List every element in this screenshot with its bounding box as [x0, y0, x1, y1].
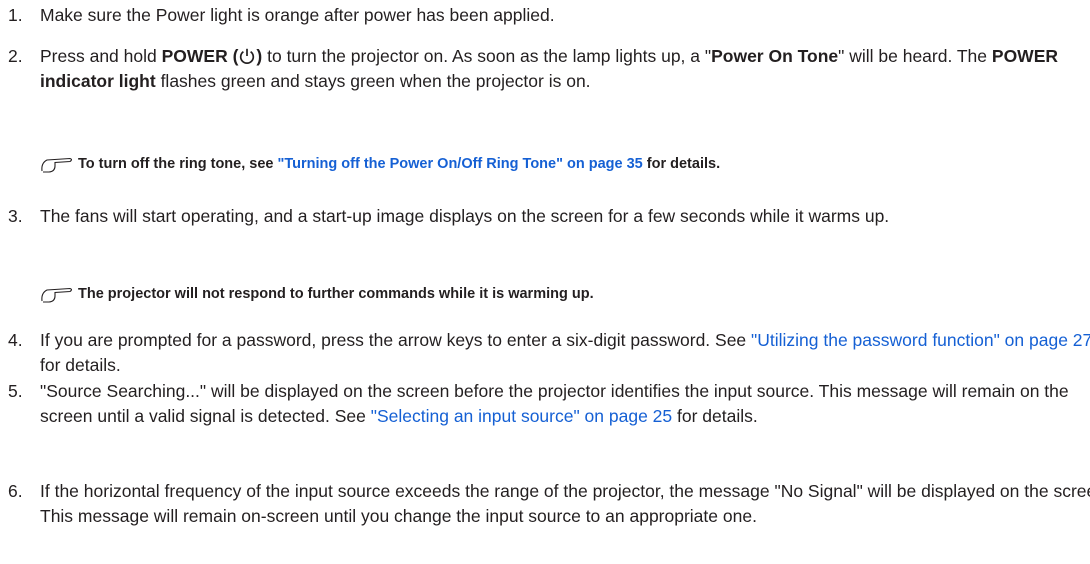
step-number: 6. — [8, 481, 23, 501]
power-key-label: POWER () — [161, 46, 263, 66]
pointing-hand-icon — [41, 157, 73, 173]
step-number: 2. — [8, 46, 23, 66]
step-2: 2. Press and hold POWER () to turn the p… — [8, 44, 1090, 93]
power-on-tone-label: Power On Tone — [711, 46, 839, 66]
power-icon — [240, 48, 255, 64]
step-text: "Source Searching..." will be displayed … — [40, 381, 1069, 426]
step-text: Press and hold POWER () to turn the proj… — [40, 46, 1059, 91]
note-warming-up: The projector will not respond to furthe… — [40, 284, 1090, 304]
ring-tone-link[interactable]: "Turning off the Power On/Off Ring Tone"… — [278, 156, 643, 172]
step-text: Make sure the Power light is orange afte… — [40, 5, 555, 25]
input-source-link[interactable]: "Selecting an input source" on page 25 — [371, 406, 672, 426]
password-function-link[interactable]: "Utilizing the password function" on pag… — [751, 330, 1090, 350]
note-text: The projector will not respond to furthe… — [78, 286, 594, 302]
step-text: The fans will start operating, and a sta… — [40, 206, 890, 226]
step-3: 3. The fans will start operating, and a … — [8, 204, 1090, 229]
step-5: 5. "Source Searching..." will be display… — [8, 379, 1090, 428]
step-text: If you are prompted for a password, pres… — [40, 330, 1090, 375]
step-1: 1. Make sure the Power light is orange a… — [8, 3, 1090, 28]
step-text: If the horizontal frequency of the input… — [40, 481, 1090, 526]
pointing-hand-icon — [41, 287, 73, 303]
note-ring-tone: To turn off the ring tone, see "Turning … — [40, 154, 1090, 174]
step-number: 1. — [8, 5, 23, 25]
step-number: 5. — [8, 381, 23, 401]
note-text: To turn off the ring tone, see — [78, 156, 278, 172]
step-number: 4. — [8, 330, 23, 350]
step-6: 6. If the horizontal frequency of the in… — [8, 479, 1090, 528]
step-number: 3. — [8, 206, 23, 226]
step-4: 4. If you are prompted for a password, p… — [8, 328, 1090, 377]
